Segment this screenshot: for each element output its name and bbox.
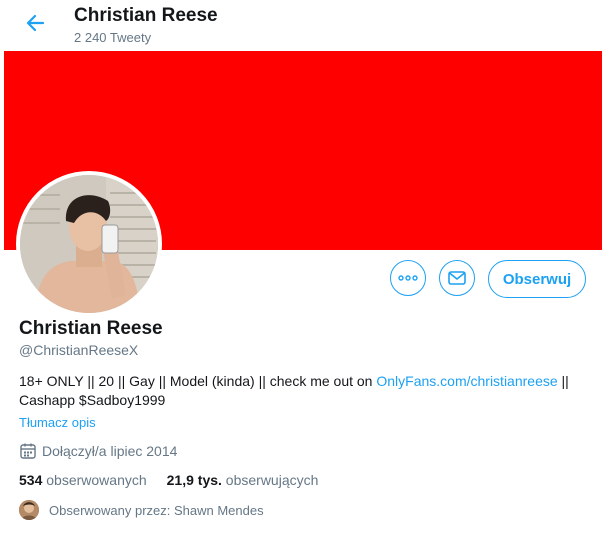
bio-text: 18+ ONLY || 20 || Gay || Model (kinda) |… — [19, 373, 377, 389]
following-count: 534 — [19, 472, 43, 488]
follow-stats: 534 obserwowanych 21,9 tys. obserwującyc… — [19, 472, 338, 488]
message-button[interactable] — [439, 260, 475, 296]
calendar-icon — [19, 442, 37, 460]
profile-handle: @ChristianReeseX — [19, 342, 139, 358]
joined-text: Dołączył/a lipiec 2014 — [42, 443, 178, 459]
followed-by-text: Obserwowany przez: Shawn Mendes — [49, 502, 264, 518]
follow-button[interactable]: Obserwuj — [488, 260, 586, 298]
followers-stat[interactable]: 21,9 tys. obserwujących — [167, 472, 319, 488]
following-stat[interactable]: 534 obserwowanych — [19, 472, 147, 488]
bio-link[interactable]: OnlyFans.com/christianreese — [376, 373, 557, 389]
followed-by[interactable]: Obserwowany przez: Shawn Mendes — [19, 500, 264, 520]
back-arrow-icon — [26, 14, 45, 32]
profile-avatar[interactable] — [16, 171, 162, 317]
followers-label: obserwujących — [225, 472, 319, 488]
header-name: Christian Reese — [74, 5, 218, 26]
more-icon — [398, 275, 418, 281]
followers-count: 21,9 tys. — [166, 472, 222, 488]
translate-bio-link[interactable]: Tłumacz opis — [19, 415, 96, 430]
profile-bio: 18+ ONLY || 20 || Gay || Model (kinda) |… — [19, 372, 594, 410]
following-label: obserwowanych — [46, 472, 147, 488]
follower-avatar — [19, 500, 39, 520]
more-button[interactable] — [390, 260, 426, 296]
profile-name: Christian Reese — [19, 318, 163, 339]
tweet-count: 2 240 Tweety — [74, 30, 152, 45]
top-bar: Christian Reese 2 240 Tweety — [0, 0, 602, 51]
envelope-icon — [448, 271, 466, 285]
back-button[interactable] — [20, 8, 50, 38]
joined-date: Dołączył/a lipiec 2014 — [19, 442, 177, 460]
